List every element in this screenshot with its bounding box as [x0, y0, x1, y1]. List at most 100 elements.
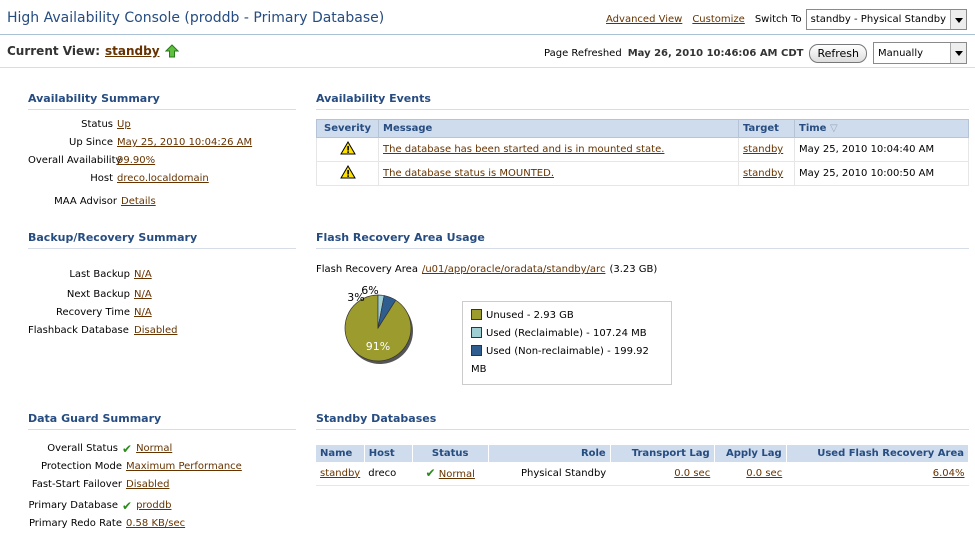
kv-row: Primary Database ✔ proddb — [28, 500, 296, 512]
severity-cell — [316, 161, 379, 186]
pie-slices — [344, 294, 413, 364]
legend-label: Used (Reclaimable) - 107.24 MB — [486, 328, 647, 339]
availability-events-title: Availability Events — [316, 92, 969, 110]
current-view-link[interactable]: standby — [105, 44, 160, 58]
primary-database-link[interactable]: proddb — [136, 500, 171, 512]
header-divider — [0, 34, 975, 35]
events-table: Severity Message Target Time ▽ The datab… — [316, 119, 969, 186]
kv-row: Last Backup N/A — [28, 269, 296, 281]
next-backup-link[interactable]: N/A — [134, 289, 152, 301]
legend-item-unused: Unused - 2.93 GB — [471, 307, 663, 325]
event-time: May 25, 2010 10:00:50 AM — [794, 161, 969, 186]
protection-mode-link[interactable]: Maximum Performance — [126, 461, 242, 473]
flash-recovery-area-label: Flash Recovery Area — [316, 264, 418, 275]
kv-row: Overall Availability 99.90% — [28, 155, 296, 167]
standby-name-link[interactable]: standby — [320, 468, 360, 479]
flashback-database-link[interactable]: Disabled — [134, 325, 177, 337]
col-target[interactable]: Target — [738, 119, 795, 138]
maa-advisor-link[interactable]: Details — [121, 196, 156, 208]
check-icon: ✔ — [122, 499, 133, 513]
availability-events: Availability Events Severity Message Tar… — [316, 92, 969, 186]
header-actions: Advanced View Customize Switch To standb… — [606, 8, 967, 30]
maa-advisor-label: MAA Advisor — [54, 196, 117, 207]
kv-row: Primary Redo Rate 0.58 KB/sec — [28, 518, 296, 530]
table-row: The database has been started and is in … — [316, 137, 969, 162]
current-view: Current View: standby — [7, 44, 179, 58]
chevron-down-icon — [950, 9, 966, 29]
overall-status-label: Overall Status — [47, 443, 118, 454]
up-since-link[interactable]: May 25, 2010 10:04:26 AM — [117, 137, 252, 149]
flash-recovery-area-usage: Flash Recovery Area Usage Flash Recovery… — [316, 231, 969, 275]
used-fra-link[interactable]: 6.04% — [933, 468, 965, 479]
refresh-button[interactable]: Refresh — [809, 43, 867, 63]
warning-icon — [339, 141, 356, 155]
col-time-label: Time — [799, 123, 827, 134]
legend-label: Unused - 2.93 GB — [486, 310, 574, 321]
col-name[interactable]: Name — [316, 445, 365, 462]
refresh-mode-select[interactable]: Manually — [873, 42, 967, 64]
kv-row: MAA Advisor Details — [28, 196, 296, 208]
switch-to-select[interactable]: standby - Physical Standby — [805, 8, 967, 30]
flash-recovery-area-row: Flash Recovery Area /u01/app/oracle/orad… — [316, 264, 969, 275]
overall-status-link[interactable]: Normal — [136, 443, 172, 455]
kv-row: Fast-Start Failover Disabled — [28, 479, 296, 491]
overall-availability-label: Overall Availability — [28, 155, 122, 166]
refresh-mode-value: Manually — [878, 47, 924, 59]
pie-legend: Unused - 2.93 GB Used (Reclaimable) - 10… — [462, 301, 672, 385]
event-message-link[interactable]: The database status is MOUNTED. — [383, 168, 554, 179]
transport-lag-link[interactable]: 0.0 sec — [674, 468, 710, 479]
next-backup-label: Next Backup — [66, 289, 130, 300]
flashback-database-label: Flashback Database — [28, 325, 129, 336]
kv-row: Overall Status ✔ Normal — [28, 443, 296, 455]
pie-label-nonreclaimable: 6% — [361, 284, 378, 297]
col-message[interactable]: Message — [378, 119, 739, 138]
flash-recovery-area-path[interactable]: /u01/app/oracle/oradata/standby/arc — [422, 264, 606, 275]
last-backup-link[interactable]: N/A — [134, 269, 152, 281]
event-target-link[interactable]: standby — [743, 144, 783, 155]
kv-row: Protection Mode Maximum Performance — [28, 461, 296, 473]
legend-swatch — [471, 327, 482, 338]
primary-redo-rate-label: Primary Redo Rate — [28, 518, 122, 529]
legend-item-nonreclaimable: Used (Non-reclaimable) - 199.92 MB — [471, 343, 663, 379]
backup-recovery-summary: Backup/Recovery Summary Last Backup N/A N… — [28, 231, 296, 337]
primary-redo-rate-link[interactable]: 0.58 KB/sec — [126, 518, 185, 530]
event-target-link[interactable]: standby — [743, 168, 783, 179]
overall-availability-link[interactable]: 99.90% — [117, 155, 155, 167]
col-time[interactable]: Time ▽ — [794, 119, 969, 138]
refresh-area: Page Refreshed May 26, 2010 10:46:06 AM … — [544, 42, 967, 64]
page-title: High Availability Console (proddb - Prim… — [7, 10, 385, 26]
customize-link[interactable]: Customize — [692, 14, 745, 25]
primary-database-label: Primary Database — [28, 500, 118, 511]
col-role[interactable]: Role — [488, 445, 611, 462]
fast-start-failover-label: Fast-Start Failover — [31, 479, 122, 490]
standby-status-cell: ✔ Normal — [412, 462, 489, 486]
fast-start-failover-link[interactable]: Disabled — [126, 479, 169, 491]
col-severity[interactable]: Severity — [316, 119, 379, 138]
col-used-fra[interactable]: Used Flash Recovery Area — [786, 445, 970, 462]
dataguard-summary-title: Data Guard Summary — [28, 412, 296, 430]
col-host[interactable]: Host — [364, 445, 413, 462]
kv-row: Host dreco.localdomain — [28, 173, 296, 185]
standby-status-link[interactable]: Normal — [439, 469, 475, 480]
event-message-link[interactable]: The database has been started and is in … — [383, 144, 664, 155]
legend-swatch — [471, 345, 482, 356]
col-transport-lag[interactable]: Transport Lag — [610, 445, 715, 462]
apply-lag-link[interactable]: 0.0 sec — [746, 468, 782, 479]
warning-icon — [339, 165, 356, 179]
col-status[interactable]: Status — [412, 445, 489, 462]
availability-summary: Availability Summary Status Up Up Since Ma… — [28, 92, 296, 208]
col-apply-lag[interactable]: Apply Lag — [714, 445, 787, 462]
standby-table: Name Host Status Role Transport Lag Appl… — [316, 445, 970, 486]
event-time: May 25, 2010 10:04:40 AM — [794, 137, 969, 162]
last-backup-label: Last Backup — [69, 269, 130, 280]
advanced-view-link[interactable]: Advanced View — [606, 14, 682, 25]
flash-usage-pie-chart: 91% 3% 6% — [344, 284, 413, 364]
up-since-label: Up Since — [69, 137, 113, 148]
recovery-time-link[interactable]: N/A — [134, 307, 152, 319]
severity-cell — [316, 137, 379, 162]
status-link[interactable]: Up — [117, 119, 131, 131]
availability-summary-title: Availability Summary — [28, 92, 296, 110]
host-label: Host — [90, 173, 113, 184]
host-link[interactable]: dreco.localdomain — [117, 173, 209, 185]
recovery-time-label: Recovery Time — [55, 307, 130, 318]
